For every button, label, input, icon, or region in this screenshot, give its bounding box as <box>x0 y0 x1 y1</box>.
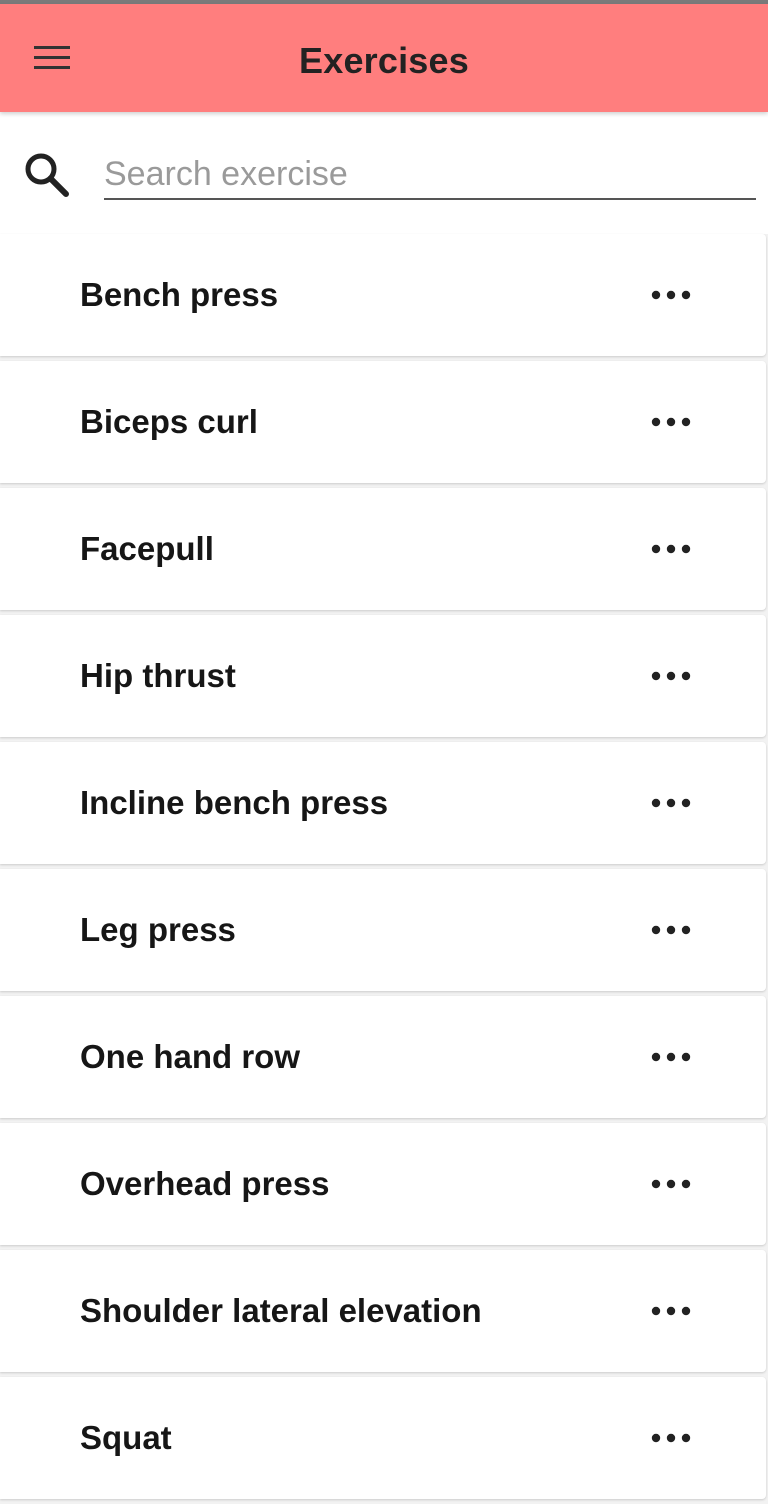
more-horizontal-icon <box>651 289 691 301</box>
more-horizontal-icon <box>651 924 691 936</box>
exercise-name: Squat <box>80 1419 172 1456</box>
search-icon <box>20 148 72 200</box>
list-item[interactable]: Incline bench press <box>0 742 766 864</box>
more-options-button[interactable] <box>640 1413 702 1463</box>
list-item[interactable]: Overhead press <box>0 1123 766 1245</box>
list-item[interactable]: Leg press <box>0 869 766 991</box>
more-horizontal-icon <box>651 670 691 682</box>
exercise-name: Hip thrust <box>80 657 236 694</box>
more-horizontal-icon <box>651 797 691 809</box>
exercise-list: Bench press Biceps curl Facepull Hip thrust… <box>0 234 766 1504</box>
exercise-name: Overhead press <box>80 1165 330 1202</box>
exercise-name: Incline bench press <box>80 784 389 821</box>
exercise-name: Biceps curl <box>80 403 258 440</box>
more-options-button[interactable] <box>640 1159 702 1209</box>
more-horizontal-icon <box>651 1051 691 1063</box>
more-options-button[interactable] <box>640 1286 702 1336</box>
more-options-button[interactable] <box>640 651 702 701</box>
more-options-button[interactable] <box>640 1032 702 1082</box>
list-item[interactable]: Facepull <box>0 488 766 610</box>
more-horizontal-icon <box>651 543 691 555</box>
list-item[interactable]: Squat <box>0 1377 766 1499</box>
more-horizontal-icon <box>651 1178 691 1190</box>
more-options-button[interactable] <box>640 778 702 828</box>
exercise-name: Bench press <box>80 276 279 313</box>
page-title: Exercises <box>299 40 469 81</box>
list-item[interactable]: One hand row <box>0 996 766 1118</box>
more-horizontal-icon <box>651 1305 691 1317</box>
list-item[interactable]: Bench press <box>0 234 766 356</box>
more-horizontal-icon <box>651 416 691 428</box>
app-header: Exercises <box>0 4 768 112</box>
search-input[interactable] <box>104 150 756 200</box>
exercise-name: Leg press <box>80 911 236 948</box>
list-item[interactable]: Shoulder lateral elevation <box>0 1250 766 1372</box>
list-item[interactable]: Biceps curl <box>0 361 766 483</box>
more-options-button[interactable] <box>640 524 702 574</box>
exercise-name: Facepull <box>80 530 214 567</box>
exercise-name: Shoulder lateral elevation <box>80 1292 482 1329</box>
more-options-button[interactable] <box>640 270 702 320</box>
more-options-button[interactable] <box>640 905 702 955</box>
more-horizontal-icon <box>651 1432 691 1444</box>
more-options-button[interactable] <box>640 397 702 447</box>
list-item[interactable]: Hip thrust <box>0 615 766 737</box>
exercise-name: One hand row <box>80 1038 301 1075</box>
